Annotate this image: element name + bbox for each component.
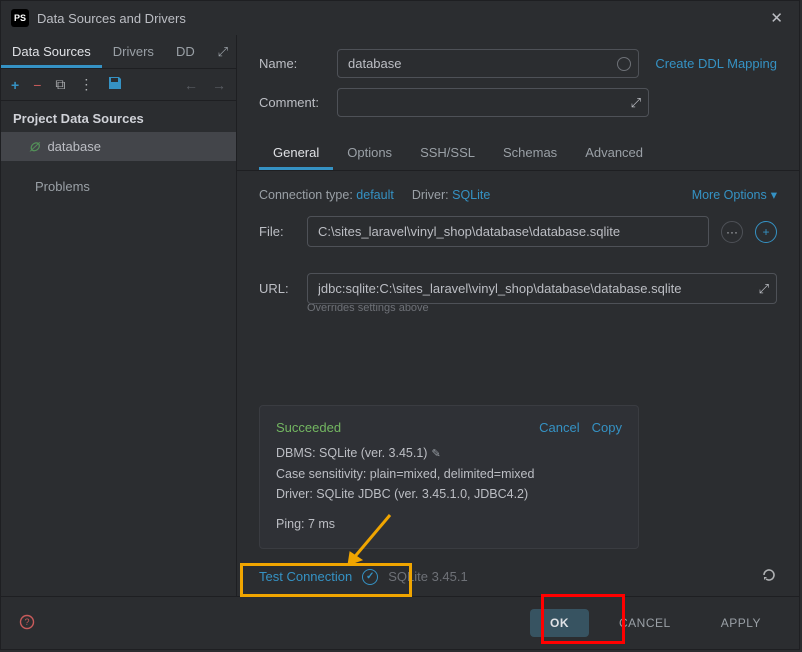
ping-line: Ping: 7 ms: [276, 514, 622, 534]
comment-input[interactable]: [337, 88, 649, 117]
copy-icon[interactable]: ⧉: [55, 76, 65, 93]
connection-type: Connection type: default: [259, 188, 394, 202]
section-project: Project Data Sources: [1, 101, 236, 132]
name-label: Name:: [259, 56, 327, 71]
add-button[interactable]: +: [11, 77, 19, 93]
color-indicator-icon[interactable]: [617, 57, 631, 71]
tree-item-label: database: [47, 139, 101, 154]
save-icon[interactable]: [107, 75, 123, 94]
name-input[interactable]: [337, 49, 639, 78]
tab-general[interactable]: General: [259, 135, 333, 170]
url-input[interactable]: [307, 273, 777, 304]
file-input[interactable]: [307, 216, 709, 247]
help-icon[interactable]: ?: [19, 614, 35, 633]
titlebar: PS Data Sources and Drivers ✕: [1, 1, 799, 35]
edit-icon[interactable]: ✎: [431, 448, 440, 460]
driver-line: Driver: SQLite JDBC (ver. 3.45.1.0, JDBC…: [276, 484, 622, 504]
close-icon[interactable]: ✕: [764, 7, 789, 29]
driver-link[interactable]: SQLite: [452, 188, 490, 202]
comment-label: Comment:: [259, 95, 327, 110]
cancel-button[interactable]: CANCEL: [599, 609, 691, 637]
back-icon[interactable]: ←: [184, 77, 198, 93]
file-label: File:: [259, 224, 295, 239]
sidebar: Data Sources Drivers DD ⤢ + − ⧉ ⋮ ← → Pr…: [1, 35, 237, 596]
expand-url-icon[interactable]: ⤢: [759, 281, 769, 297]
driver-label: Driver: SQLite: [412, 188, 491, 202]
refresh-icon[interactable]: [761, 567, 777, 586]
create-ddl-link[interactable]: Create DDL Mapping: [649, 56, 777, 71]
expand-icon[interactable]: ⤢: [210, 44, 236, 60]
tab-schemas[interactable]: Schemas: [489, 135, 571, 170]
tab-advanced[interactable]: Advanced: [571, 135, 657, 170]
database-icon: ∅: [29, 140, 39, 154]
svg-text:?: ?: [24, 617, 29, 627]
app-icon: PS: [11, 9, 29, 27]
tab-ddl[interactable]: DD: [165, 35, 206, 68]
tab-options[interactable]: Options: [333, 135, 406, 170]
add-file-button[interactable]: +: [755, 221, 777, 243]
chevron-down-icon: ▾: [771, 187, 777, 202]
more-icon[interactable]: ⋮: [79, 76, 93, 93]
tab-drivers[interactable]: Drivers: [102, 35, 165, 68]
forward-icon[interactable]: →: [212, 77, 226, 93]
status-succeeded: Succeeded: [276, 420, 341, 435]
check-success-icon: ✓: [362, 569, 378, 585]
copy-link[interactable]: Copy: [592, 420, 622, 435]
more-options-link[interactable]: More Options▾: [692, 187, 777, 202]
section-problems[interactable]: Problems: [1, 161, 236, 200]
cancel-link[interactable]: Cancel: [539, 420, 579, 435]
dbms-line: DBMS: SQLite (ver. 3.45.1)✎: [276, 443, 622, 464]
tab-ssh[interactable]: SSH/SSL: [406, 135, 489, 170]
url-label: URL:: [259, 281, 295, 296]
tab-data-sources[interactable]: Data Sources: [1, 35, 102, 68]
driver-version: SQLite 3.45.1: [388, 569, 468, 584]
test-connection-link[interactable]: Test Connection: [259, 569, 352, 584]
main-panel: Name: Create DDL Mapping Comment: ⤢: [237, 35, 799, 596]
ok-button[interactable]: OK: [530, 609, 589, 637]
expand-comment-icon[interactable]: ⤢: [631, 95, 641, 111]
dialog-title: Data Sources and Drivers: [37, 11, 756, 26]
remove-button[interactable]: −: [33, 77, 41, 93]
test-result-box: Succeeded Cancel Copy DBMS: SQLite (ver.…: [259, 405, 639, 549]
tree-item-database[interactable]: ∅ database: [1, 132, 236, 161]
apply-button[interactable]: APPLY: [701, 609, 781, 637]
browse-button[interactable]: ···: [721, 221, 743, 243]
case-line: Case sensitivity: plain=mixed, delimited…: [276, 464, 622, 484]
